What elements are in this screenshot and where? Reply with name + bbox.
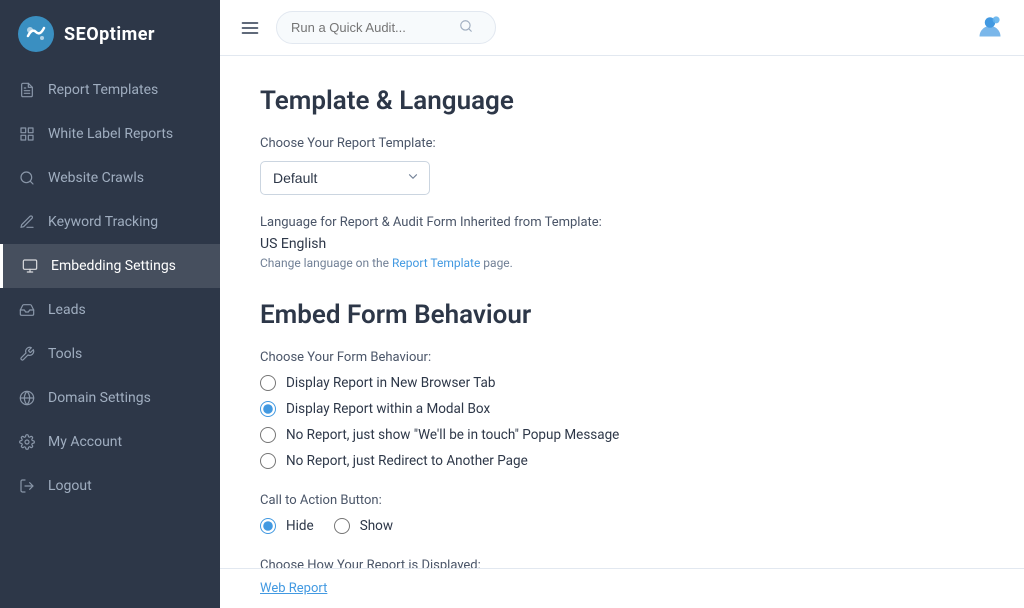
inbox-icon [18, 301, 36, 319]
lang-value: US English [260, 236, 984, 252]
sidebar-item-domain-settings[interactable]: Domain Settings [0, 376, 220, 420]
logout-icon [18, 477, 36, 495]
sidebar-item-report-templates[interactable]: Report Templates [0, 68, 220, 112]
topbar-right [976, 12, 1004, 44]
choose-template-label: Choose Your Report Template: [260, 136, 984, 151]
radio-hide-label: Hide [286, 518, 314, 534]
sidebar: SEOptimer Report Templates White Label R… [0, 0, 220, 608]
section2-title: Embed Form Behaviour [260, 300, 984, 330]
radio-modal-input[interactable] [260, 401, 276, 417]
radio-modal[interactable]: Display Report within a Modal Box [260, 401, 984, 417]
tag-icon [18, 125, 36, 143]
display-label: Choose How Your Report is Displayed: [260, 558, 984, 568]
radio-show-input[interactable] [334, 518, 350, 534]
report-template-link[interactable]: Report Template [392, 256, 480, 270]
radio-redirect[interactable]: No Report, just Redirect to Another Page [260, 453, 984, 469]
sidebar-item-label: My Account [48, 434, 122, 450]
radio-new-tab-label: Display Report in New Browser Tab [286, 375, 495, 391]
sidebar-item-label: Embedding Settings [51, 258, 176, 274]
monitor-icon [21, 257, 39, 275]
sidebar-navigation: Report Templates White Label Reports Web… [0, 68, 220, 608]
section1-title: Template & Language [260, 86, 984, 116]
sidebar-item-label: Website Crawls [48, 170, 144, 186]
menu-button[interactable] [240, 18, 260, 38]
radio-show[interactable]: Show [334, 518, 393, 534]
sidebar-item-leads[interactable]: Leads [0, 288, 220, 332]
radio-redirect-input[interactable] [260, 453, 276, 469]
radio-popup-label: No Report, just show "We'll be in touch"… [286, 427, 619, 443]
globe-icon [18, 389, 36, 407]
logo-icon [18, 16, 54, 52]
form-behaviour-label: Choose Your Form Behaviour: [260, 350, 984, 365]
cta-options: Hide Show [260, 518, 984, 534]
main-content: Template & Language Choose Your Report T… [220, 56, 1024, 568]
sidebar-item-white-label-reports[interactable]: White Label Reports [0, 112, 220, 156]
search-icon [459, 18, 473, 37]
sidebar-item-label: Tools [48, 346, 82, 362]
sidebar-item-embedding-settings[interactable]: Embedding Settings [0, 244, 220, 288]
settings-icon [18, 433, 36, 451]
radio-popup-input[interactable] [260, 427, 276, 443]
file-text-icon [18, 81, 36, 99]
breadcrumb: Web Report [220, 568, 1024, 608]
radio-new-tab[interactable]: Display Report in New Browser Tab [260, 375, 984, 391]
brand-name: SEOptimer [64, 24, 155, 45]
sidebar-item-tools[interactable]: Tools [0, 332, 220, 376]
user-avatar[interactable] [976, 25, 1004, 44]
cta-label: Call to Action Button: [260, 493, 984, 508]
sidebar-item-my-account[interactable]: My Account [0, 420, 220, 464]
topbar [220, 0, 1024, 56]
form-behaviour-options: Display Report in New Browser Tab Displa… [260, 375, 984, 469]
sidebar-logo[interactable]: SEOptimer [0, 0, 220, 68]
search-input[interactable] [291, 20, 451, 35]
sidebar-item-keyword-tracking[interactable]: Keyword Tracking [0, 200, 220, 244]
search-bar[interactable] [276, 11, 496, 44]
language-section: Language for Report & Audit Form Inherit… [260, 215, 984, 270]
radio-modal-label: Display Report within a Modal Box [286, 401, 490, 417]
sidebar-item-label: Keyword Tracking [48, 214, 158, 230]
sidebar-item-logout[interactable]: Logout [0, 464, 220, 508]
tool-icon [18, 345, 36, 363]
sidebar-item-website-crawls[interactable]: Website Crawls [0, 156, 220, 200]
radio-redirect-label: No Report, just Redirect to Another Page [286, 453, 528, 469]
edit-icon [18, 213, 36, 231]
main-area: Template & Language Choose Your Report T… [220, 0, 1024, 608]
radio-hide[interactable]: Hide [260, 518, 314, 534]
radio-show-label: Show [360, 518, 393, 534]
radio-hide-input[interactable] [260, 518, 276, 534]
breadcrumb-web-report[interactable]: Web Report [260, 581, 327, 596]
radio-new-tab-input[interactable] [260, 375, 276, 391]
sidebar-item-label: White Label Reports [48, 126, 173, 142]
sidebar-item-label: Report Templates [48, 82, 158, 98]
sidebar-item-label: Leads [48, 302, 86, 318]
template-select[interactable]: Default [260, 161, 430, 195]
lang-note: Change language on the Report Template p… [260, 256, 984, 270]
sidebar-item-label: Logout [48, 478, 92, 494]
search-icon [18, 169, 36, 187]
lang-label: Language for Report & Audit Form Inherit… [260, 215, 984, 230]
template-select-wrapper: Default [260, 161, 430, 195]
radio-popup[interactable]: No Report, just show "We'll be in touch"… [260, 427, 984, 443]
sidebar-item-label: Domain Settings [48, 390, 151, 406]
